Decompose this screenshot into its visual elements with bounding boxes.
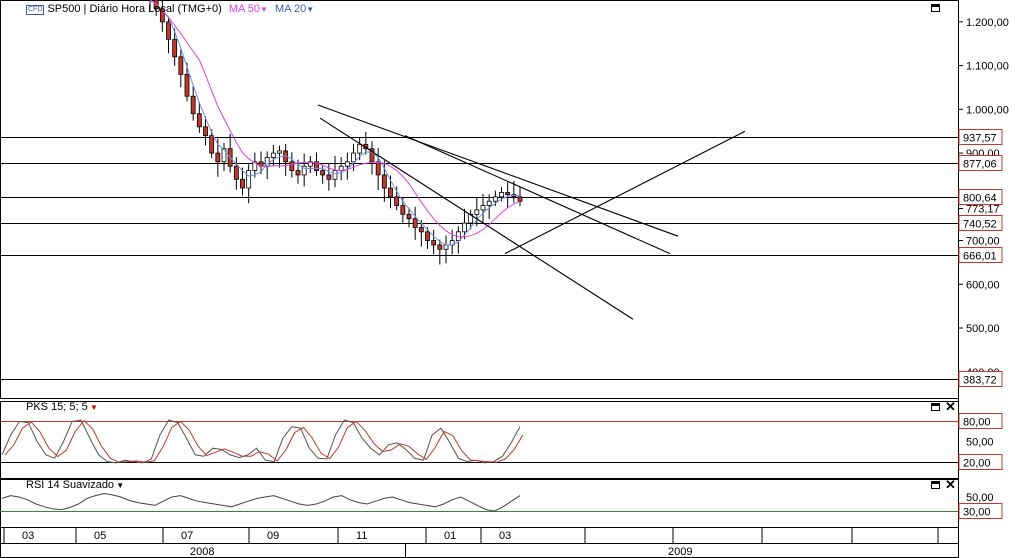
candle-body bbox=[394, 196, 400, 206]
level-label: 666,01 bbox=[963, 251, 997, 263]
candle-body bbox=[375, 161, 381, 176]
pks-tick-label: 50,00 bbox=[966, 437, 994, 449]
pks-caret-icon[interactable]: ▼ bbox=[88, 403, 98, 412]
chart-canvas: 1.200,001.100,001.000,00900,00773,17700,… bbox=[0, 0, 1009, 558]
price-tick-label: 600,00 bbox=[966, 279, 1000, 291]
year-label: 2008 bbox=[190, 546, 214, 558]
candle-body bbox=[277, 150, 282, 154]
level-label: 800,64 bbox=[963, 193, 997, 205]
candle-body bbox=[270, 152, 276, 158]
candle-body bbox=[196, 113, 202, 128]
price-tick-label: 1.000,00 bbox=[966, 104, 1009, 116]
candle-body bbox=[166, 21, 171, 40]
rsi-level-label: 30,00 bbox=[963, 507, 991, 519]
candle-body bbox=[215, 152, 221, 163]
pks-d-line bbox=[4, 419, 524, 463]
rsi-line bbox=[1, 492, 521, 512]
rsi-caret-icon[interactable]: ▼ bbox=[114, 481, 124, 490]
pks-legend: PKS 15; 5; 5 ▼ bbox=[26, 401, 98, 413]
rsi-legend: RSI 14 Suavizado ▼ bbox=[26, 479, 124, 491]
candle-body bbox=[221, 148, 227, 163]
year-label: 2009 bbox=[668, 546, 692, 558]
candle-body bbox=[233, 165, 239, 180]
candle-body bbox=[351, 152, 356, 163]
month-tick-label: 03 bbox=[22, 530, 34, 542]
candle-body bbox=[289, 161, 295, 171]
candle-body bbox=[437, 244, 443, 250]
candle-body bbox=[381, 174, 387, 189]
candle-body bbox=[209, 135, 215, 154]
main-panel-frame bbox=[0, 0, 959, 399]
candle-body bbox=[517, 196, 523, 202]
main-maximize-icon[interactable] bbox=[931, 4, 940, 12]
candle-body bbox=[178, 56, 184, 75]
level-label: 877,06 bbox=[963, 159, 997, 171]
candle-body bbox=[474, 209, 480, 215]
candle-body bbox=[499, 192, 504, 198]
rsi-tick-label: 50,00 bbox=[966, 492, 994, 504]
trendline-rising bbox=[504, 130, 746, 255]
candle-body bbox=[400, 205, 406, 215]
rsi-close-icon[interactable]: ✕ bbox=[945, 478, 956, 491]
price-tick-label: 773,17 bbox=[966, 204, 1000, 216]
month-tick-label: 01 bbox=[444, 530, 456, 542]
candle-body bbox=[425, 231, 430, 241]
candle-body bbox=[190, 95, 196, 115]
ma50-label[interactable]: MA 50 bbox=[229, 3, 260, 15]
instrument-label[interactable]: SP500 | Diário Hora Local (TMG+0) bbox=[47, 3, 221, 15]
candle-body bbox=[480, 205, 486, 211]
candle-body bbox=[332, 170, 338, 180]
pks-maximize-icon[interactable] bbox=[931, 403, 940, 411]
main-legend: CFD SP500 | Diário Hora Local (TMG+0) MA… bbox=[26, 3, 314, 15]
candle-body bbox=[172, 38, 178, 58]
pks-panel-frame bbox=[0, 401, 959, 479]
candle-body bbox=[412, 218, 418, 228]
candle-body bbox=[357, 143, 363, 154]
ma20-label[interactable]: MA 20 bbox=[275, 3, 306, 15]
candle-body bbox=[320, 170, 326, 176]
rsi-maximize-icon[interactable] bbox=[931, 481, 940, 489]
candle-body bbox=[264, 157, 270, 167]
level-label: 740,52 bbox=[963, 219, 997, 231]
candle-body bbox=[326, 174, 332, 180]
level-label: 937,57 bbox=[963, 133, 997, 145]
price-tick-label: 500,00 bbox=[966, 323, 1000, 335]
pks-level-label: 20,00 bbox=[963, 458, 991, 470]
ma20-caret-icon[interactable]: ▼ bbox=[306, 5, 314, 14]
pks-level-label: 80,00 bbox=[963, 417, 991, 429]
candle-body bbox=[388, 187, 393, 198]
trendline-lower bbox=[319, 117, 634, 320]
candle-body bbox=[246, 170, 252, 189]
candle-body bbox=[203, 126, 208, 136]
price-tick-label: 1.200,00 bbox=[966, 17, 1009, 29]
candle-body bbox=[295, 170, 301, 176]
candle-body bbox=[431, 240, 437, 246]
level-label: 383,72 bbox=[963, 375, 997, 387]
month-tick-label: 03 bbox=[499, 530, 511, 542]
month-tick-label: 07 bbox=[181, 530, 193, 542]
candle-body bbox=[406, 213, 412, 220]
candle-body bbox=[462, 222, 467, 233]
x-axis-frame bbox=[0, 527, 959, 558]
price-tick-label: 1.100,00 bbox=[966, 61, 1009, 73]
trendline-middle bbox=[404, 135, 671, 255]
ma50-caret-icon[interactable]: ▼ bbox=[260, 5, 268, 14]
candle-body bbox=[443, 244, 449, 250]
rsi-label[interactable]: RSI 14 Suavizado bbox=[26, 479, 114, 491]
pks-close-icon[interactable]: ✕ bbox=[945, 400, 956, 413]
month-tick-label: 11 bbox=[356, 530, 367, 542]
candle-body bbox=[344, 161, 350, 167]
candle-body bbox=[486, 200, 492, 206]
candle-body bbox=[184, 73, 190, 97]
candle-body bbox=[492, 196, 498, 202]
price-tick-label: 700,00 bbox=[966, 236, 1000, 248]
month-tick-label: 09 bbox=[267, 530, 279, 542]
candle-body bbox=[505, 192, 511, 196]
pks-label[interactable]: PKS 15; 5; 5 bbox=[26, 401, 88, 413]
candle-body bbox=[418, 227, 424, 233]
candle-body bbox=[240, 178, 245, 189]
cfd-badge: CFD bbox=[26, 5, 45, 15]
month-tick-label: 05 bbox=[94, 530, 106, 542]
